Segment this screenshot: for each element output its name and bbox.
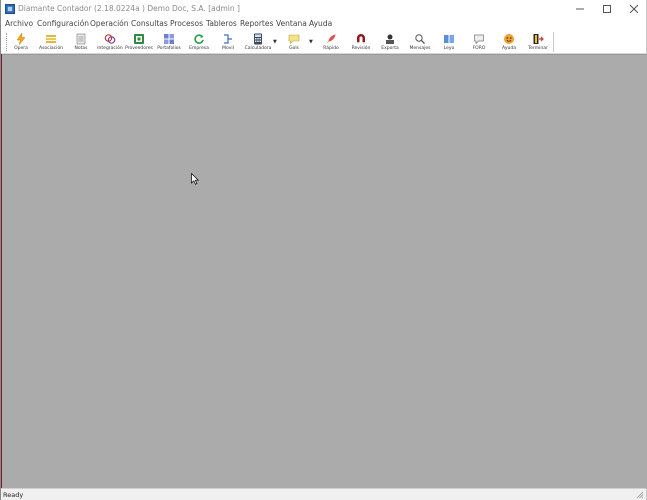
window-title: Diamante Contador (2.18.0224a ) Demo Doc… [18,4,240,13]
toolbar-button-terminar[interactable]: Terminar [525,33,551,53]
app-logo-icon [5,4,15,14]
close-button[interactable] [621,0,647,18]
toolbar-button-proveedores[interactable]: Proveedores [125,33,153,53]
toolbar-button-leyo[interactable]: Leyo [437,33,461,53]
toolbar-button-empresa[interactable]: Empresa [187,33,211,53]
toolbar-label: Exporta [381,46,399,51]
toolbar-button-movil[interactable]: Movil [217,33,239,53]
close-icon [629,4,639,13]
toolbar-label: Opera [14,46,28,51]
toolbar-button-gols[interactable]: Gols [283,33,305,53]
menu-tableros[interactable]: Tableros [206,19,237,28]
toolbar-end-separator [553,32,554,52]
toolbar-button-foro[interactable]: FORO [467,33,491,53]
search-icon [415,34,425,44]
mobile-icon [224,34,232,44]
menu-ayuda[interactable]: Ayuda [309,19,332,28]
toolbar-button-integracion[interactable]: Integración [97,33,123,53]
toolbar-label: Portafolios [157,46,181,51]
resize-grip-icon[interactable] [636,491,644,499]
maximize-icon [603,4,611,13]
grid-icon [164,34,174,44]
toolbar-button-portafolios[interactable]: Portafolios [155,33,183,53]
calculadora-dropdown-arrow[interactable]: ▼ [273,39,277,45]
toolbar-label: Ayuda [502,46,516,51]
export-icon [386,34,394,44]
menu-ventana[interactable]: Ventana [276,19,307,28]
status-bar: Ready [1,488,646,500]
mouse-cursor-icon [191,173,199,185]
toolbar-label: Notas [74,46,88,51]
toolbar-label: Empresa [189,46,209,51]
book-icon [444,35,454,43]
document-icon [76,33,86,45]
toolbar-button-mensajes[interactable]: Mensajes [407,33,433,53]
toolbar-label: Mensajes [409,46,431,51]
toolbar-label: Revisión [351,46,371,51]
toolbar-label: Terminar [528,46,548,51]
toolbar-button-ayuda[interactable]: Ayuda [497,33,521,53]
toolbar-label: Leyo [443,46,455,51]
menu-procesos[interactable]: Procesos [170,19,203,28]
toolbar-label: Proveedores [125,46,153,51]
magnet-icon [357,34,365,44]
toolbar-button-opera[interactable]: Opera [9,33,33,53]
minimize-button[interactable] [567,0,593,18]
toolbar-label: Asociación [39,46,63,51]
list-icon [46,35,56,43]
toolbar-button-rapido[interactable]: Rápido [319,33,343,53]
toolbar-button-asociacion[interactable]: Asociación [37,33,65,53]
toolbar-label: Calculadora [244,46,272,51]
gols-dropdown-arrow[interactable]: ▼ [309,39,313,45]
menu-operacion[interactable]: Operación [90,19,129,28]
supplier-icon [134,34,144,44]
toolbar-button-exporta[interactable]: Exporta [377,33,403,53]
toolbar-label: Rápido [323,46,339,51]
toolbar-button-notas[interactable]: Notas [69,33,93,53]
lightning-icon [16,33,26,45]
status-text: Ready [3,491,24,499]
toolbar-label: FORO [472,46,486,51]
mdi-client-area[interactable] [2,54,647,489]
title-bar[interactable]: Diamante Contador (2.18.0224a ) Demo Doc… [1,0,646,18]
menu-archivo[interactable]: Archivo [5,19,33,28]
toolbar-button-revision[interactable]: Revisión [347,33,375,53]
toolbar-label: Movil [222,46,234,51]
toolbar-label: Integración [97,46,123,51]
toolbar-button-calculadora[interactable]: Calculadora [243,33,273,53]
toolbar-label: Gols [289,46,299,51]
exit-icon [533,34,544,44]
toolbar: Opera Asociación Notas Integración Prove… [1,30,646,54]
integration-icon [104,34,116,44]
maximize-button[interactable] [594,0,620,18]
rocket-icon [326,34,336,44]
help-icon [504,34,514,44]
chat-icon [288,34,300,45]
forum-icon [474,34,484,45]
minimize-icon [576,8,584,9]
app-window: Diamante Contador (2.18.0224a ) Demo Doc… [0,0,647,500]
refresh-icon [194,34,204,44]
calculator-icon [254,33,262,45]
menu-configuracion[interactable]: Configuración [37,19,89,28]
menu-reportes[interactable]: Reportes [240,19,273,28]
menu-bar: Archivo Configuración Operación Consulta… [1,18,646,30]
menu-consultas[interactable]: Consultas [131,19,168,28]
